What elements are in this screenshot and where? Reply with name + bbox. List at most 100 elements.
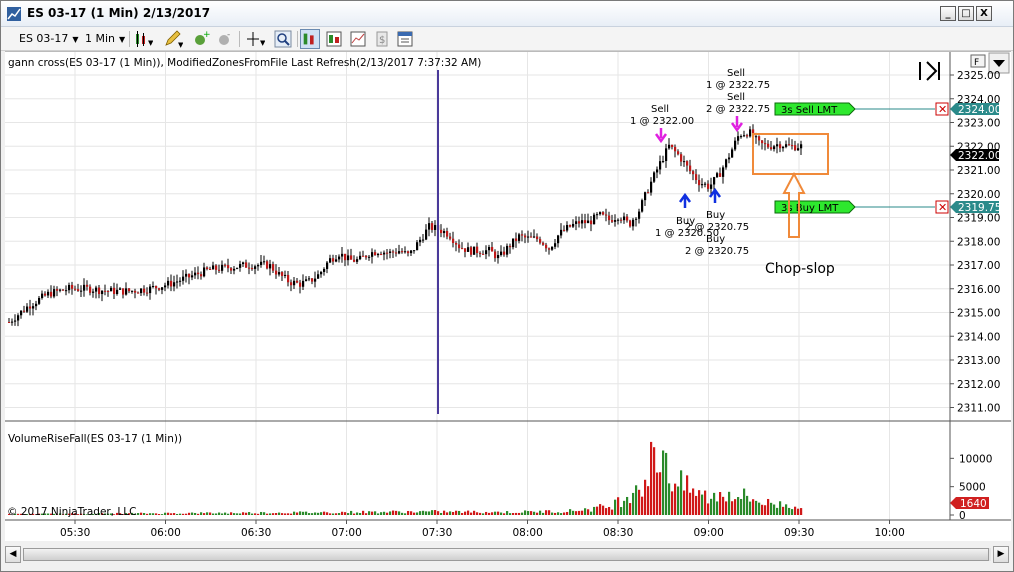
price-bar	[311, 278, 314, 282]
minimize-button[interactable]: _	[940, 6, 956, 21]
price-bar	[71, 284, 74, 289]
close-button[interactable]: X	[976, 6, 992, 21]
strategy-icon[interactable]: $	[372, 29, 392, 49]
price-bar	[692, 171, 695, 175]
price-bar	[143, 288, 146, 293]
price-bar	[683, 161, 686, 163]
price-bar	[47, 291, 50, 296]
volume-bar	[413, 512, 416, 515]
crosshair-icon[interactable]: ▼	[245, 29, 265, 49]
price-bar	[698, 180, 701, 186]
volume-bar	[293, 511, 296, 515]
add-indicator-icon[interactable]: +	[191, 29, 211, 49]
volume-y-tick-label: 5000	[959, 482, 986, 494]
price-bar	[761, 140, 764, 144]
volume-bar	[767, 498, 770, 515]
volume-bar	[470, 512, 473, 515]
candlestick-icon[interactable]: ▼	[133, 29, 153, 49]
volume-bar	[377, 513, 380, 515]
price-bar	[83, 284, 86, 291]
volume-bar	[773, 504, 776, 515]
price-bar	[302, 280, 305, 287]
price-bar	[269, 264, 272, 269]
price-bar	[506, 245, 509, 255]
volume-bar	[449, 511, 452, 515]
bar-style-icon[interactable]	[300, 29, 320, 49]
price-bar	[281, 272, 284, 276]
price-bar	[377, 253, 380, 256]
price-bar	[242, 262, 245, 265]
volume-bar	[779, 501, 782, 515]
volume-bar	[272, 513, 275, 515]
properties-icon[interactable]	[395, 29, 415, 49]
volume-bar	[548, 510, 551, 515]
zoom-icon[interactable]	[273, 29, 293, 49]
price-bar	[515, 238, 518, 241]
volume-bar	[401, 512, 404, 515]
interval-selector[interactable]: 1 Min ▼	[81, 30, 129, 48]
volume-bar	[320, 512, 323, 515]
price-bar	[263, 261, 266, 263]
volume-bar	[302, 511, 305, 515]
price-bar	[455, 243, 458, 245]
volume-bar	[368, 511, 371, 515]
volume-bar	[398, 511, 401, 515]
price-bar	[260, 261, 263, 266]
volume-bar	[227, 513, 230, 515]
price-bar	[299, 282, 302, 287]
sell-arrow-icon	[654, 128, 668, 144]
volume-bar	[173, 513, 176, 515]
instrument-selector[interactable]: ES 03-17 ▼	[15, 30, 83, 48]
volume-bar	[746, 495, 749, 515]
f-button[interactable]: F	[970, 54, 986, 68]
price-bar	[509, 245, 512, 248]
sell-order-price: 2324.00	[958, 104, 1001, 116]
price-bar	[785, 144, 788, 147]
price-bar	[221, 264, 224, 271]
price-bar	[353, 259, 356, 262]
panel-collapse-icon[interactable]	[919, 61, 940, 81]
price-bar	[203, 267, 206, 277]
buy-order-line[interactable]: 3s Buy LMT ✕	[774, 200, 949, 214]
price-bar	[356, 259, 359, 262]
volume-bar	[185, 513, 188, 515]
y-tick-label: 2325.00	[957, 70, 1000, 82]
price-bar	[173, 282, 176, 287]
scroll-thumb[interactable]	[23, 548, 989, 561]
scroll-left-button[interactable]: ◀	[5, 546, 21, 563]
volume-bar	[545, 510, 548, 515]
volume-bar	[380, 512, 383, 515]
pencil-icon[interactable]: ▼	[163, 29, 183, 49]
chart-style-icon[interactable]	[348, 29, 368, 49]
volume-bar	[626, 496, 629, 515]
volume-bar	[635, 485, 638, 515]
scroll-track[interactable]	[23, 548, 991, 561]
volume-bar	[464, 511, 467, 515]
volume-bar	[620, 507, 623, 515]
remove-indicator-icon[interactable]: -	[215, 29, 235, 49]
chart-area[interactable]: gann cross(ES 03-17 (1 Min)), ModifiedZo…	[5, 51, 1011, 541]
annotation-text: Sell	[651, 104, 669, 115]
price-bar	[734, 140, 737, 150]
price-bar	[86, 284, 89, 287]
price-bar	[626, 216, 629, 221]
price-bar	[428, 223, 431, 230]
annotation-text: Buy	[706, 234, 725, 245]
volume-bar	[386, 512, 389, 515]
chevron-down-icon: ▼	[72, 35, 79, 44]
y-tick-label: 2313.00	[957, 355, 1000, 367]
volume-bar	[743, 488, 746, 515]
scroll-right-button[interactable]: ▶	[993, 546, 1009, 563]
chop-zone-rectangle[interactable]	[752, 133, 829, 175]
maximize-button[interactable]: □	[958, 6, 974, 21]
horizontal-scrollbar[interactable]: ◀ ▶	[3, 544, 1011, 566]
price-bar	[290, 282, 293, 286]
volume-bar	[503, 513, 506, 515]
title-bar[interactable]: ES 03-17 (1 Min) 2/13/2017 _ □ X	[1, 1, 1013, 27]
data-box-icon[interactable]	[324, 29, 344, 49]
price-bar	[671, 144, 674, 147]
chart-canvas[interactable]: gann cross(ES 03-17 (1 Min)), ModifiedZo…	[5, 52, 1011, 542]
price-bar	[227, 265, 230, 269]
price-bar	[362, 255, 365, 257]
sell-order-line[interactable]: 3s Sell LMT ✕	[774, 102, 949, 116]
